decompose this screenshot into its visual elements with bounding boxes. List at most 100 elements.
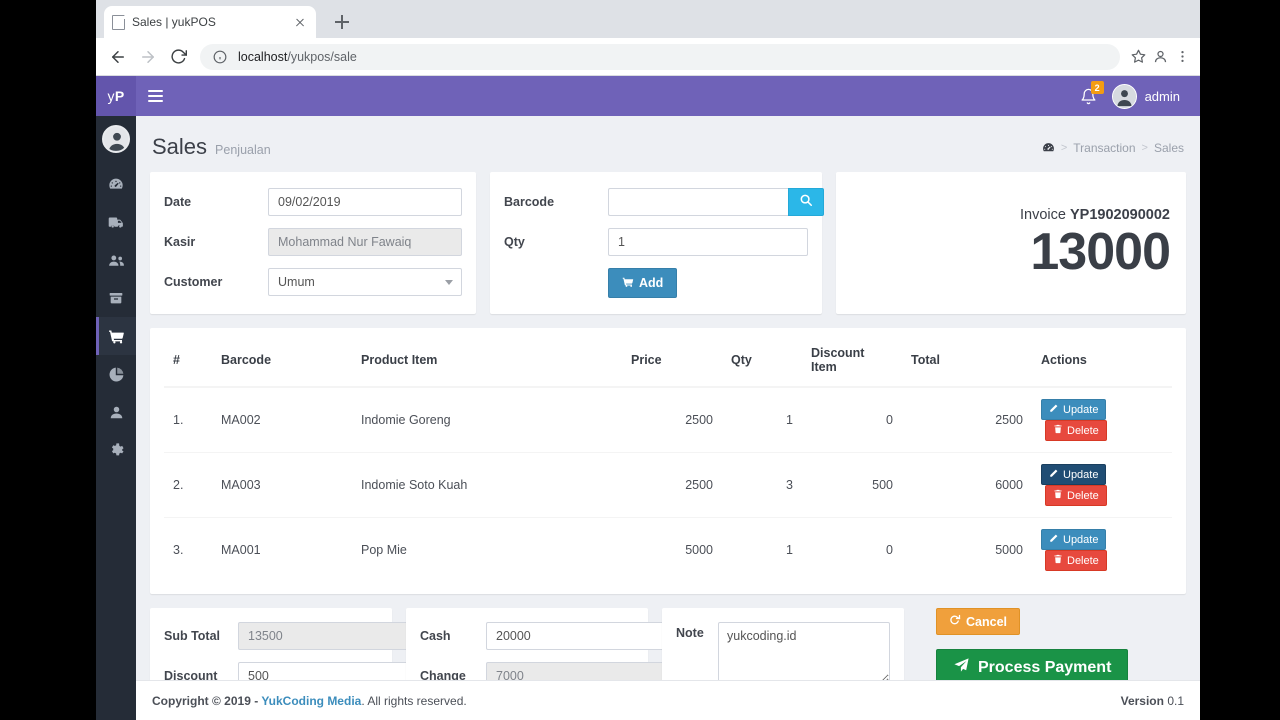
tab-title: Sales | yukPOS xyxy=(132,15,216,29)
sidebar-item-dashboard[interactable] xyxy=(96,165,136,203)
cell-no: 1. xyxy=(173,413,184,427)
cell-product: Indomie Soto Kuah xyxy=(352,452,622,518)
page-subtitle: Penjualan xyxy=(215,143,271,157)
browser-tab-strip: Sales | yukPOS xyxy=(96,0,1200,38)
cash-input[interactable] xyxy=(486,622,667,650)
shopping-cart-icon xyxy=(108,328,125,345)
cell-discount: 0 xyxy=(886,413,893,427)
page-icon xyxy=(112,14,126,30)
avatar xyxy=(1111,83,1137,109)
cell-total: 5000 xyxy=(902,517,1032,582)
barcode-input-group xyxy=(608,188,824,216)
cell-actions: Update Delete xyxy=(1032,517,1172,582)
cell-price: 5000 xyxy=(622,517,722,582)
app-navbar: yP 2 admin xyxy=(96,76,1200,116)
bottom-row: Sub Total Discount Grand Total xyxy=(150,608,1186,680)
refresh-icon xyxy=(949,614,961,629)
barcode-row: Barcode xyxy=(504,188,824,216)
row-update-button[interactable]: Update xyxy=(1041,464,1107,485)
hamburger-menu-icon[interactable] xyxy=(148,84,172,108)
note-textarea[interactable]: yukcoding.id xyxy=(718,622,890,680)
cell-total: 2500 xyxy=(995,413,1023,427)
sidebar-item-settings[interactable] xyxy=(96,431,136,469)
cart-plus-icon xyxy=(622,276,634,291)
back-arrow-icon[interactable] xyxy=(104,43,132,71)
tachometer-icon xyxy=(108,176,124,192)
add-item-button[interactable]: Add xyxy=(608,268,678,298)
close-icon[interactable] xyxy=(292,14,308,30)
breadcrumb: > Transaction > Sales xyxy=(1042,141,1184,155)
dashboard-home-icon[interactable] xyxy=(1042,141,1055,154)
company-link[interactable]: YukCoding Media xyxy=(261,694,361,708)
qty-input[interactable] xyxy=(608,228,808,256)
items-table-head: # Barcode Product Item Price Qty Discoun… xyxy=(164,338,1172,388)
browser-tab[interactable]: Sales | yukPOS xyxy=(104,6,316,38)
actions-column: Cancel Process Payment xyxy=(918,608,1129,680)
cell-actions: Update Delete xyxy=(1032,452,1172,518)
archive-icon xyxy=(108,290,124,306)
header-total: Total xyxy=(902,338,1032,388)
header-discount: Discount Item xyxy=(802,338,902,388)
table-header-row: # Barcode Product Item Price Qty Discoun… xyxy=(164,338,1172,388)
sub-total-label: Sub Total xyxy=(164,629,221,643)
kasir-input xyxy=(268,228,462,256)
barcode-search-button[interactable] xyxy=(788,188,824,216)
users-icon xyxy=(108,252,125,269)
truck-icon xyxy=(108,214,125,231)
invoice-number: YP1902090002 xyxy=(1070,206,1170,223)
process-payment-button[interactable]: Process Payment xyxy=(936,649,1129,680)
sidebar-item-delivery[interactable] xyxy=(96,203,136,241)
pencil-icon xyxy=(1049,533,1059,546)
header-no: # xyxy=(164,338,212,388)
row-delete-button[interactable]: Delete xyxy=(1045,485,1107,506)
row-update-label: Update xyxy=(1063,403,1099,416)
reload-icon[interactable] xyxy=(164,43,192,71)
gear-icon xyxy=(108,442,124,458)
cell-product: Indomie Goreng xyxy=(361,413,451,427)
cancel-button[interactable]: Cancel xyxy=(936,608,1020,635)
sidebar-item-reports[interactable] xyxy=(96,355,136,393)
row-delete-button[interactable]: Delete xyxy=(1045,550,1107,571)
notifications-button[interactable]: 2 xyxy=(1072,76,1106,116)
sidebar-item-account[interactable] xyxy=(96,393,136,431)
payment-card: Cash Change xyxy=(406,608,667,680)
content-inner: Sales Penjualan > Transaction > Sales Da… xyxy=(136,116,1200,680)
forward-arrow-icon[interactable] xyxy=(134,43,162,71)
paper-plane-icon xyxy=(953,657,970,679)
breadcrumb-item-sales: Sales xyxy=(1153,140,1184,155)
copyright-prefix: Copyright © 2019 - xyxy=(152,693,262,708)
screen: Sales | yukPOS localhost/yukpos/sale y P… xyxy=(0,0,1280,720)
breadcrumb-item-transaction[interactable]: Transaction xyxy=(1073,141,1135,155)
discount-input[interactable] xyxy=(238,662,419,680)
sidebar-item-users[interactable] xyxy=(96,241,136,279)
invoice-label: Invoice xyxy=(1020,206,1066,223)
transaction-form-card: Date Kasir Customer xyxy=(150,172,476,314)
url-bar[interactable]: localhost/yukpos/sale xyxy=(200,43,1120,70)
discount-row: Discount xyxy=(164,662,419,680)
pencil-icon xyxy=(1049,403,1059,416)
cell-qty: 1 xyxy=(722,517,802,582)
date-input[interactable] xyxy=(268,188,462,216)
sidebar-avatar[interactable] xyxy=(102,125,130,153)
row-update-button[interactable]: Update xyxy=(1041,399,1107,420)
customer-select[interactable] xyxy=(268,268,462,296)
row-delete-button[interactable]: Delete xyxy=(1045,420,1107,441)
user-menu[interactable]: admin xyxy=(1108,83,1186,109)
info-circle-icon xyxy=(210,47,230,67)
items-table-card: # Barcode Product Item Price Qty Discoun… xyxy=(150,328,1186,594)
row-update-button[interactable]: Update xyxy=(1041,529,1107,550)
sidebar-item-sales[interactable] xyxy=(96,317,136,355)
app-logo[interactable]: yP xyxy=(96,76,136,116)
footer-copyright: Copyright © 2019 - YukCoding Media. All … xyxy=(152,694,467,708)
version-value: 0.1 xyxy=(1167,693,1184,708)
cell-discount: 0 xyxy=(802,517,902,582)
barcode-input[interactable] xyxy=(608,188,788,216)
sidebar-item-inventory[interactable] xyxy=(96,279,136,317)
kasir-label: Kasir xyxy=(164,235,196,249)
header-product: Product Item xyxy=(352,338,622,388)
profile-icon[interactable] xyxy=(1150,47,1170,67)
sub-total-row: Sub Total xyxy=(164,622,419,650)
new-tab-icon[interactable] xyxy=(328,8,356,36)
kebab-menu-icon[interactable] xyxy=(1172,47,1192,67)
star-icon[interactable] xyxy=(1128,47,1148,67)
